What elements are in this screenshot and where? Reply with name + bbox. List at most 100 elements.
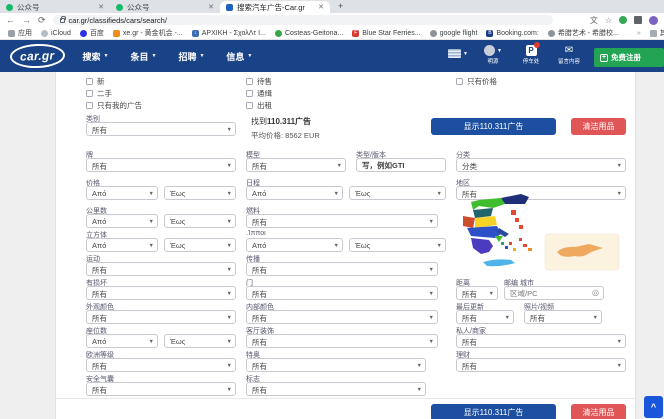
bookmark-bluestar[interactable]: FBlue Star Ferries...: [352, 30, 420, 37]
close-icon[interactable]: ✕: [98, 3, 104, 11]
bookmark-baidu[interactable]: 百度: [80, 28, 104, 38]
tab-wechat-1[interactable]: 公众号 ✕: [0, 1, 110, 13]
year-from-select[interactable]: Από▼: [246, 186, 343, 200]
checkbox-icon: [246, 102, 253, 109]
hp-from-select[interactable]: Από▼: [246, 238, 343, 252]
bookmark-arxiki[interactable]: ↓ΑΡΧΙΚΗ - ΣχολΛτ Ι...: [192, 30, 266, 37]
parking-menu[interactable]: P 停车处: [518, 45, 544, 65]
language-selector[interactable]: ▼: [448, 45, 468, 58]
menu-search[interactable]: 搜索▼: [83, 50, 109, 63]
download-icon: ↓: [192, 30, 199, 37]
postal-input[interactable]: [504, 286, 604, 300]
menu-info[interactable]: 信息▼: [226, 50, 252, 63]
reload-icon[interactable]: ⟳: [38, 16, 46, 25]
classification-select[interactable]: 分类▼: [456, 158, 626, 172]
year-to-select[interactable]: Έως▼: [349, 186, 446, 200]
register-button[interactable]: + 免费注册: [594, 48, 664, 67]
variant-input[interactable]: [356, 158, 446, 172]
scroll-top-button[interactable]: ^: [644, 396, 663, 418]
clear-filters-button[interactable]: 清洁用品: [571, 118, 626, 135]
seller-type-select[interactable]: 所有▼: [456, 334, 626, 348]
tab-cargr-active[interactable]: 搜索汽车广告-Car.gr ✕: [220, 1, 330, 13]
exterior-color-select[interactable]: 所有▼: [86, 310, 236, 324]
bookmark-icloud[interactable]: iCloud: [41, 30, 71, 37]
fuel-select[interactable]: 所有▼: [246, 214, 438, 228]
cargr-logo[interactable]: car.gr: [10, 43, 65, 69]
airbags-select[interactable]: 所有▼: [86, 382, 236, 396]
clear-filters-button-bottom[interactable]: 清洁用品: [571, 404, 626, 419]
seats-from-select[interactable]: Από▼: [86, 334, 158, 348]
account-menu[interactable]: ▼ 明源: [480, 45, 506, 65]
mileage-from-select[interactable]: Από▼: [86, 214, 158, 228]
bookmark-apps[interactable]: 应用: [8, 28, 32, 38]
close-icon[interactable]: ✕: [208, 3, 214, 11]
checkbox-new[interactable]: 新: [86, 76, 105, 87]
cubic-to-select[interactable]: Έως▼: [164, 238, 236, 252]
bookmarks-overflow-icon[interactable]: »: [637, 30, 641, 37]
other-bookmarks-folder[interactable]: 其他: [650, 28, 664, 38]
interior-trim-select[interactable]: 所有▼: [246, 334, 438, 348]
bookmark-greekart[interactable]: 希腊艺术 - 希腊校...: [548, 28, 619, 38]
close-icon[interactable]: ✕: [318, 3, 324, 11]
account-label: 明源: [487, 57, 498, 65]
bookmark-xegr[interactable]: xe.gr - 黄金机会 -...: [113, 28, 183, 38]
chevron-down-icon: ▼: [149, 191, 154, 197]
bookmark-costeas[interactable]: Costeas-Geitona...: [275, 30, 343, 37]
parking-icon: P: [526, 45, 537, 56]
menu-jobs[interactable]: 招聘▼: [178, 50, 204, 63]
checkbox-only-price[interactable]: 只有价格: [456, 76, 497, 87]
media-select[interactable]: 所有▼: [524, 310, 602, 324]
damage-select[interactable]: 所有▼: [86, 286, 236, 300]
search-filters-panel: 新 二手 只有我的广告 待售 通缉 出租 只有价格 类别 所有▼ 找到110.3…: [55, 72, 636, 419]
messages-menu[interactable]: ✉ 留言内容: [556, 45, 582, 65]
tab-title: 搜索汽车广告-Car.gr: [237, 2, 314, 13]
doors-select[interactable]: 所有▼: [246, 286, 438, 300]
url-bar[interactable]: car.gr/classifieds/cars/search/: [53, 15, 553, 25]
chevron-down-icon: ▼: [227, 291, 232, 297]
extras-select[interactable]: 所有▼: [246, 358, 426, 372]
price-from-select[interactable]: Από▼: [86, 186, 158, 200]
brand-select[interactable]: 所有▼: [86, 158, 236, 172]
new-tab-button[interactable]: +: [338, 1, 343, 11]
chevron-down-icon: ▼: [199, 53, 204, 59]
mileage-to-select[interactable]: Έως▼: [164, 214, 236, 228]
back-icon[interactable]: ←: [6, 16, 15, 25]
bookmarks-bar: 应用 iCloud 百度 xe.gr - 黄金机会 -... ↓ΑΡΧΙΚΗ -…: [0, 27, 664, 40]
badge-select[interactable]: 所有▼: [246, 382, 426, 396]
bookmark-gflight[interactable]: google flight: [430, 30, 478, 37]
euro-class-select[interactable]: 所有▼: [86, 358, 236, 372]
translate-icon[interactable]: 文: [590, 15, 598, 26]
model-select[interactable]: 所有▼: [246, 158, 346, 172]
distance-select[interactable]: 所有▼: [456, 286, 498, 300]
transmission-select[interactable]: 所有▼: [246, 262, 438, 276]
drive-select[interactable]: 所有▼: [86, 262, 236, 276]
show-ads-button[interactable]: 显示110.311广告: [431, 118, 556, 135]
bookmark-star-icon[interactable]: ☆: [605, 16, 612, 25]
tab-wechat-2[interactable]: 公众号 ✕: [110, 1, 220, 13]
checkbox-only-mine[interactable]: 只有我的广告: [86, 100, 142, 111]
price-to-select[interactable]: Έως▼: [164, 186, 236, 200]
plus-icon: +: [600, 54, 608, 62]
finance-select[interactable]: 所有▼: [456, 358, 626, 372]
profile-avatar[interactable]: [649, 16, 658, 25]
checkbox-for-sale[interactable]: 待售: [246, 76, 272, 87]
menu-listings[interactable]: 条目▼: [130, 50, 156, 63]
geolocation-icon[interactable]: ◎: [592, 288, 599, 297]
chevron-down-icon: ▼: [429, 339, 434, 345]
interior-color-select[interactable]: 所有▼: [246, 310, 438, 324]
last-update-select[interactable]: 所有▼: [456, 310, 514, 324]
forward-icon[interactable]: →: [22, 16, 31, 25]
show-ads-button-bottom[interactable]: 显示110.311广告: [431, 404, 556, 419]
cubic-from-select[interactable]: Από▼: [86, 238, 158, 252]
category-select[interactable]: 所有▼: [86, 122, 236, 136]
bookmark-booking[interactable]: BBooking.com:: [486, 30, 538, 37]
extension-icon[interactable]: [619, 16, 627, 24]
greece-region-map[interactable]: [449, 192, 627, 277]
seats-to-select[interactable]: Έως▼: [164, 334, 236, 348]
checkbox-for-rent[interactable]: 出租: [246, 100, 272, 111]
checkbox-used[interactable]: 二手: [86, 88, 112, 99]
hp-to-select[interactable]: Έως▼: [349, 238, 446, 252]
checkbox-wanted[interactable]: 通缉: [246, 88, 272, 99]
checkbox-icon: [86, 102, 93, 109]
extensions-puzzle-icon[interactable]: [634, 16, 642, 24]
